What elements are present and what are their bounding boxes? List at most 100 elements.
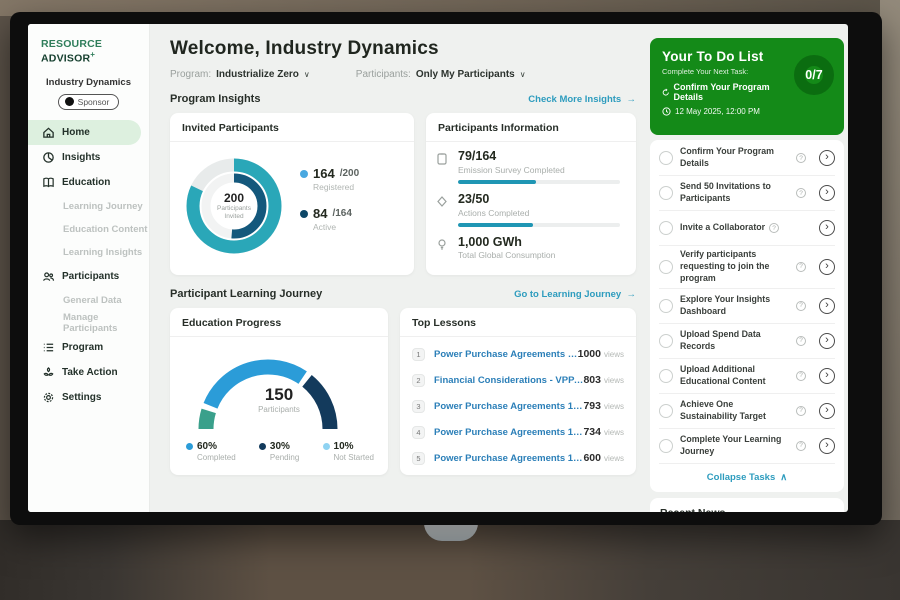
chevron-right-icon[interactable]: ›: [819, 220, 835, 236]
home-icon: [42, 126, 55, 139]
registered-dot: [300, 170, 308, 178]
task-checkbox[interactable]: [659, 221, 673, 235]
top-lessons-card: Top Lessons 1 Power Purchase Agreements …: [400, 308, 636, 475]
sidebar: RESOURCE ADVISOR+ Industry Dynamics Spon…: [28, 24, 150, 512]
recent-news-card: Recent News: [650, 498, 844, 512]
chevron-down-icon: ∨: [520, 70, 526, 79]
help-icon[interactable]: ?: [769, 223, 779, 233]
gauge-center-value: 150: [170, 385, 388, 405]
chevron-right-icon[interactable]: ›: [819, 185, 835, 201]
lesson-link[interactable]: Power Purchase Agreements 101: [434, 401, 583, 412]
task-checkbox[interactable]: [659, 299, 673, 313]
resource-advisor-logo: RESOURCE ADVISOR+: [28, 34, 149, 73]
section-title: Program Insights: [170, 93, 260, 105]
participants-dropdown[interactable]: Participants: Only My Participants ∨: [356, 69, 526, 80]
participants-information-card: Participants Information 79/164 Emission…: [426, 113, 636, 275]
help-icon[interactable]: ?: [796, 153, 806, 163]
sidebar-item-learning-journey[interactable]: Learning Journey: [28, 195, 149, 218]
donut-center-label: Participants Invited: [208, 205, 260, 222]
check-more-insights-link[interactable]: Check More Insights →: [528, 94, 636, 105]
task-row[interactable]: Complete Your Learning Journey ? ›: [659, 429, 835, 464]
sidebar-item-home[interactable]: Home: [28, 120, 141, 145]
card-title: Participants Information: [426, 113, 636, 142]
education-progress-card: Education Progress 150 Participants 60% …: [170, 308, 388, 475]
task-row[interactable]: Verify participants requesting to join t…: [659, 246, 835, 289]
task-row[interactable]: Upload Spend Data Records ? ›: [659, 324, 835, 359]
sidebar-menu: Home Insights Education Learning Journey…: [28, 120, 149, 410]
task-row[interactable]: Achieve One Sustainability Target ? ›: [659, 394, 835, 429]
arrow-right-icon: →: [627, 289, 637, 300]
donut-center-value: 200: [224, 191, 244, 205]
sidebar-item-manage-participants[interactable]: Manage Participants: [28, 312, 149, 335]
chevron-right-icon[interactable]: ›: [819, 298, 835, 314]
rank-badge: 4: [412, 426, 425, 439]
sidebar-item-learning-insights[interactable]: Learning Insights: [28, 241, 149, 264]
invited-donut-chart: 200 Participants Invited: [178, 150, 290, 262]
help-icon[interactable]: ?: [796, 371, 806, 381]
monitor-bezel: RESOURCE ADVISOR+ Industry Dynamics Spon…: [10, 12, 882, 525]
go-to-learning-journey-link[interactable]: Go to Learning Journey →: [514, 289, 636, 300]
emission-survey-progress: [458, 180, 620, 184]
refresh-icon: [662, 88, 669, 97]
sponsor-icon: [65, 97, 74, 106]
help-icon[interactable]: ?: [796, 262, 806, 272]
recent-news-title: Recent News: [660, 507, 834, 512]
org-name: Industry Dynamics: [28, 77, 149, 88]
task-row[interactable]: Confirm Your Program Details ? ›: [659, 141, 835, 176]
todo-column: Your To Do List Complete Your Next Task:…: [650, 24, 848, 512]
gear-icon: [42, 391, 55, 404]
chevron-right-icon[interactable]: ›: [819, 438, 835, 454]
task-checkbox[interactable]: [659, 369, 673, 383]
invited-legend: 164/200 Registered 84/164 Active: [300, 166, 359, 246]
lesson-row: 2 Financial Considerations - VPPAs 803vi…: [412, 367, 624, 393]
bulb-icon: [436, 236, 450, 261]
sidebar-item-settings[interactable]: Settings: [28, 385, 149, 410]
lesson-link[interactable]: Power Purchase Agreements 102: [434, 427, 583, 438]
help-icon[interactable]: ?: [796, 441, 806, 451]
chevron-right-icon[interactable]: ›: [819, 259, 835, 275]
help-icon[interactable]: ?: [796, 301, 806, 311]
sidebar-item-education[interactable]: Education: [28, 170, 149, 195]
chevron-right-icon[interactable]: ›: [819, 333, 835, 349]
task-checkbox[interactable]: [659, 151, 673, 165]
active-dot: [300, 210, 308, 218]
program-insights-header: Program Insights Check More Insights →: [170, 93, 636, 105]
task-checkbox[interactable]: [659, 260, 673, 274]
task-row[interactable]: Send 50 Invitations to Participants ? ›: [659, 176, 835, 211]
card-title: Invited Participants: [170, 113, 414, 142]
todo-progress-ring: 0/7: [794, 55, 834, 95]
chevron-up-icon: ∧: [780, 472, 787, 483]
sidebar-item-education-content[interactable]: Education Content: [28, 218, 149, 241]
task-row[interactable]: Upload Additional Educational Content ? …: [659, 359, 835, 394]
insights-icon: [42, 151, 55, 164]
page-title: Welcome, Industry Dynamics: [170, 38, 636, 60]
task-row[interactable]: Explore Your Insights Dashboard ? ›: [659, 289, 835, 324]
chevron-right-icon[interactable]: ›: [819, 368, 835, 384]
chevron-right-icon[interactable]: ›: [819, 403, 835, 419]
help-icon[interactable]: ?: [796, 336, 806, 346]
rank-badge: 5: [412, 452, 425, 465]
lesson-row: 3 Power Purchase Agreements 101 793views: [412, 393, 624, 419]
lesson-link[interactable]: Power Purchase Agreements 103: [434, 453, 583, 464]
task-checkbox[interactable]: [659, 186, 673, 200]
task-row[interactable]: Invite a Collaborator ? ›: [659, 211, 835, 246]
help-icon[interactable]: ?: [796, 406, 806, 416]
sidebar-item-participants[interactable]: Participants: [28, 264, 149, 289]
rank-badge: 2: [412, 374, 425, 387]
task-checkbox[interactable]: [659, 334, 673, 348]
lesson-row: 4 Power Purchase Agreements 102 734views: [412, 419, 624, 445]
lesson-link[interactable]: Financial Considerations - VPPAs: [434, 375, 583, 386]
task-checkbox[interactable]: [659, 439, 673, 453]
sidebar-item-general-data[interactable]: General Data: [28, 289, 149, 312]
collapse-tasks-link[interactable]: Collapse Tasks∧: [659, 464, 835, 491]
help-icon[interactable]: ?: [796, 188, 806, 198]
education-gauge-chart: 150 Participants: [170, 341, 388, 433]
not-started-dot: [323, 443, 330, 450]
program-dropdown[interactable]: Program: Industrialize Zero ∨: [170, 69, 310, 80]
sidebar-item-program[interactable]: Program: [28, 335, 149, 360]
lesson-link[interactable]: Power Purchase Agreements 101: [434, 349, 578, 360]
sidebar-item-take-action[interactable]: Take Action: [28, 360, 149, 385]
task-checkbox[interactable]: [659, 404, 673, 418]
sidebar-item-insights[interactable]: Insights: [28, 145, 149, 170]
chevron-right-icon[interactable]: ›: [819, 150, 835, 166]
